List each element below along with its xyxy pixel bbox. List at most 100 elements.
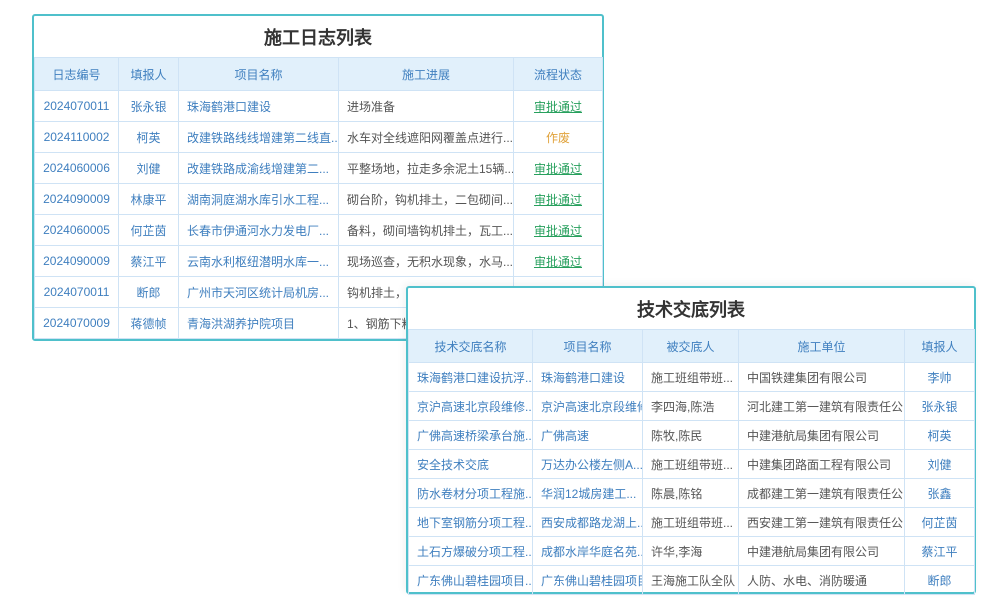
log-project-link[interactable]: 珠海鹤港口建设	[179, 91, 339, 122]
log-id-link[interactable]: 2024060006	[35, 153, 119, 184]
log-table-row: 2024090009蔡江平云南水利枢纽潜明水库一...现场巡查，无积水现象，水马…	[35, 246, 603, 277]
log-reporter-link[interactable]: 林康平	[119, 184, 179, 215]
log-table-row: 2024110002柯英改建铁路线线增建第二线直...水车对全线遮阳网覆盖点进行…	[35, 122, 603, 153]
log-project-link[interactable]: 青海洪湖养护院项目	[179, 308, 339, 339]
log-table-header-cell: 施工进展	[339, 58, 514, 91]
log-id-link[interactable]: 2024070011	[35, 91, 119, 122]
disclosure-name-link[interactable]: 京沪高速北京段维修...	[409, 392, 533, 421]
disclosure-recipients-cell: 施工班组带班...	[643, 450, 739, 479]
log-progress-cell: 水车对全线遮阳网覆盖点进行...	[339, 122, 514, 153]
disclosure-table-row: 珠海鹤港口建设抗浮...珠海鹤港口建设施工班组带班...中国铁建集团有限公司李帅	[409, 363, 975, 392]
disclosure-reporter-link[interactable]: 张鑫	[905, 479, 975, 508]
log-id-link[interactable]: 2024070011	[35, 277, 119, 308]
log-id-link[interactable]: 2024090009	[35, 246, 119, 277]
disclosure-recipients-cell: 李四海,陈浩	[643, 392, 739, 421]
disclosure-name-link[interactable]: 地下室钢筋分项工程...	[409, 508, 533, 537]
disclosure-recipients-cell: 施工班组带班...	[643, 363, 739, 392]
technical-disclosure-table: 技术交底名称项目名称被交底人施工单位填报人 珠海鹤港口建设抗浮...珠海鹤港口建…	[408, 329, 975, 595]
log-status-link[interactable]: 审批通过	[514, 153, 603, 184]
disclosure-project-link[interactable]: 广佛高速	[533, 421, 643, 450]
log-progress-cell: 进场准备	[339, 91, 514, 122]
disclosure-project-link[interactable]: 广东佛山碧桂园项目	[533, 566, 643, 595]
disclosure-table-header-row: 技术交底名称项目名称被交底人施工单位填报人	[409, 330, 975, 363]
log-progress-cell: 备料，砌间墙钩机排土，瓦工...	[339, 215, 514, 246]
log-status-link[interactable]: 审批通过	[514, 246, 603, 277]
disclosure-name-link[interactable]: 防水卷材分项工程施...	[409, 479, 533, 508]
technical-disclosure-title: 技术交底列表	[408, 288, 974, 329]
disclosure-table-body: 珠海鹤港口建设抗浮...珠海鹤港口建设施工班组带班...中国铁建集团有限公司李帅…	[409, 363, 975, 595]
disclosure-table-header-cell: 被交底人	[643, 330, 739, 363]
log-project-link[interactable]: 改建铁路成渝线增建第二...	[179, 153, 339, 184]
disclosure-reporter-link[interactable]: 李帅	[905, 363, 975, 392]
log-id-link[interactable]: 2024090009	[35, 184, 119, 215]
log-project-link[interactable]: 云南水利枢纽潜明水库一...	[179, 246, 339, 277]
log-table-header-cell: 流程状态	[514, 58, 603, 91]
disclosure-company-cell: 西安建工第一建筑有限责任公司	[739, 508, 905, 537]
disclosure-table-header-cell: 项目名称	[533, 330, 643, 363]
disclosure-project-link[interactable]: 珠海鹤港口建设	[533, 363, 643, 392]
log-reporter-link[interactable]: 断郎	[119, 277, 179, 308]
log-progress-cell: 砌台阶，钩机排土，二包砌间...	[339, 184, 514, 215]
log-project-link[interactable]: 改建铁路线线增建第二线直...	[179, 122, 339, 153]
log-reporter-link[interactable]: 柯英	[119, 122, 179, 153]
disclosure-name-link[interactable]: 广佛高速桥梁承台施...	[409, 421, 533, 450]
disclosure-table-row: 防水卷材分项工程施...华润12城房建工...陈晨,陈铭成都建工第一建筑有限责任…	[409, 479, 975, 508]
disclosure-name-link[interactable]: 珠海鹤港口建设抗浮...	[409, 363, 533, 392]
log-project-link[interactable]: 湖南洞庭湖水库引水工程...	[179, 184, 339, 215]
disclosure-reporter-link[interactable]: 刘健	[905, 450, 975, 479]
disclosure-company-cell: 成都建工第一建筑有限责任公司	[739, 479, 905, 508]
disclosure-company-cell: 中国铁建集团有限公司	[739, 363, 905, 392]
disclosure-recipients-cell: 王海施工队全队	[643, 566, 739, 595]
disclosure-recipients-cell: 施工班组带班...	[643, 508, 739, 537]
disclosure-project-link[interactable]: 西安成都路龙湖上...	[533, 508, 643, 537]
log-id-link[interactable]: 2024110002	[35, 122, 119, 153]
disclosure-reporter-link[interactable]: 蔡江平	[905, 537, 975, 566]
disclosure-table-row: 地下室钢筋分项工程...西安成都路龙湖上...施工班组带班...西安建工第一建筑…	[409, 508, 975, 537]
disclosure-project-link[interactable]: 万达办公楼左侧A...	[533, 450, 643, 479]
log-project-link[interactable]: 长春市伊通河水力发电厂...	[179, 215, 339, 246]
disclosure-company-cell: 人防、水电、消防暖通	[739, 566, 905, 595]
log-reporter-link[interactable]: 蔡江平	[119, 246, 179, 277]
disclosure-company-cell: 中建港航局集团有限公司	[739, 537, 905, 566]
log-table-header-row: 日志编号填报人项目名称施工进展流程状态	[35, 58, 603, 91]
log-table-header-cell: 填报人	[119, 58, 179, 91]
technical-disclosure-panel: 技术交底列表 技术交底名称项目名称被交底人施工单位填报人 珠海鹤港口建设抗浮..…	[406, 286, 976, 594]
log-table-header-cell: 日志编号	[35, 58, 119, 91]
disclosure-table-row: 广东佛山碧桂园项目...广东佛山碧桂园项目王海施工队全队人防、水电、消防暖通断郎	[409, 566, 975, 595]
disclosure-company-cell: 中建港航局集团有限公司	[739, 421, 905, 450]
disclosure-project-link[interactable]: 京沪高速北京段维修	[533, 392, 643, 421]
log-reporter-link[interactable]: 蒋德帧	[119, 308, 179, 339]
log-status-link[interactable]: 审批通过	[514, 184, 603, 215]
log-reporter-link[interactable]: 张永银	[119, 91, 179, 122]
disclosure-company-cell: 中建集团路面工程有限公司	[739, 450, 905, 479]
disclosure-project-link[interactable]: 成都水岸华庭名苑...	[533, 537, 643, 566]
log-project-link[interactable]: 广州市天河区统计局机房...	[179, 277, 339, 308]
log-status-link[interactable]: 作废	[514, 122, 603, 153]
disclosure-table-header-cell: 填报人	[905, 330, 975, 363]
disclosure-project-link[interactable]: 华润12城房建工...	[533, 479, 643, 508]
disclosure-reporter-link[interactable]: 何芷茵	[905, 508, 975, 537]
disclosure-company-cell: 河北建工第一建筑有限责任公司	[739, 392, 905, 421]
log-status-link[interactable]: 审批通过	[514, 215, 603, 246]
disclosure-name-link[interactable]: 土石方爆破分项工程...	[409, 537, 533, 566]
disclosure-table-header-cell: 技术交底名称	[409, 330, 533, 363]
log-reporter-link[interactable]: 刘健	[119, 153, 179, 184]
log-table-row: 2024060005何芷茵长春市伊通河水力发电厂...备料，砌间墙钩机排土，瓦工…	[35, 215, 603, 246]
disclosure-reporter-link[interactable]: 柯英	[905, 421, 975, 450]
disclosure-name-link[interactable]: 广东佛山碧桂园项目...	[409, 566, 533, 595]
log-id-link[interactable]: 2024060005	[35, 215, 119, 246]
disclosure-reporter-link[interactable]: 张永银	[905, 392, 975, 421]
log-table-row: 2024090009林康平湖南洞庭湖水库引水工程...砌台阶，钩机排土，二包砌间…	[35, 184, 603, 215]
disclosure-recipients-cell: 许华,李海	[643, 537, 739, 566]
log-reporter-link[interactable]: 何芷茵	[119, 215, 179, 246]
log-table-header-cell: 项目名称	[179, 58, 339, 91]
log-table-row: 2024060006刘健改建铁路成渝线增建第二...平整场地，拉走多余泥土15辆…	[35, 153, 603, 184]
disclosure-reporter-link[interactable]: 断郎	[905, 566, 975, 595]
disclosure-table-row: 安全技术交底万达办公楼左侧A...施工班组带班...中建集团路面工程有限公司刘健	[409, 450, 975, 479]
disclosure-table-row: 广佛高速桥梁承台施...广佛高速陈牧,陈民中建港航局集团有限公司柯英	[409, 421, 975, 450]
log-status-link[interactable]: 审批通过	[514, 91, 603, 122]
log-id-link[interactable]: 2024070009	[35, 308, 119, 339]
disclosure-name-link[interactable]: 安全技术交底	[409, 450, 533, 479]
construction-log-title: 施工日志列表	[34, 16, 602, 57]
disclosure-recipients-cell: 陈晨,陈铭	[643, 479, 739, 508]
